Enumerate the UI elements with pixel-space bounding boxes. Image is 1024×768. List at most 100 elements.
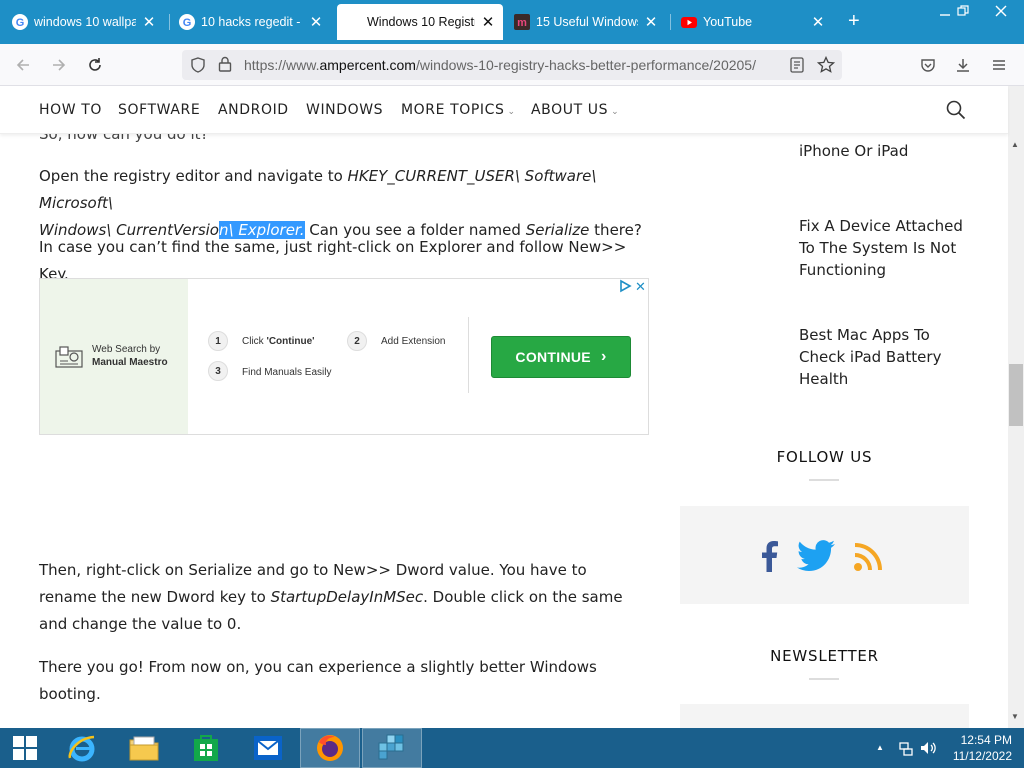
url-path: /windows-10-registry-hacks-better-perfor…: [415, 57, 756, 73]
hamburger-menu-icon[interactable]: [988, 54, 1010, 76]
heading-rule: [809, 479, 839, 481]
sidebar-link-facebook-videos[interactable]: Facebook Videos On iPhone Or iPad: [799, 134, 969, 162]
tab-close-icon[interactable]: ✕: [142, 13, 156, 31]
svg-text:m: m: [517, 17, 527, 29]
pocket-icon[interactable]: [917, 54, 939, 76]
new-tab-button[interactable]: +: [848, 11, 860, 31]
ad-close-icon[interactable]: ✕: [635, 279, 646, 295]
article-paragraph-4: There you go! From now on, you can exper…: [39, 658, 597, 703]
tab-title: 15 Useful Windows R: [536, 15, 638, 29]
article-partial-line: So, now can you do it?: [39, 134, 209, 143]
browser-tab-bar: G windows 10 wallpap ✕ G 10 hacks regedi…: [0, 0, 1024, 44]
step-1-badge: 1: [208, 331, 228, 351]
tab-close-icon[interactable]: ✕: [811, 13, 825, 31]
google-icon: G: [12, 14, 28, 30]
address-bar[interactable]: https://www.ampercent.com/windows-10-reg…: [182, 50, 842, 80]
chevron-right-icon: ›: [600, 348, 607, 365]
internet-explorer-icon[interactable]: [52, 728, 112, 768]
reload-icon[interactable]: [84, 54, 106, 76]
tab-youtube[interactable]: YouTube ✕: [673, 6, 833, 38]
clock-date: 11/12/2022: [952, 749, 1012, 763]
nav-more-topics[interactable]: MORE TOPICS ⌄: [401, 102, 516, 118]
url-text: https://www.ampercent.com/windows-10-reg…: [244, 57, 756, 73]
heading-rule: [809, 678, 839, 680]
show-hidden-icons-icon[interactable]: ▲: [876, 743, 884, 752]
search-icon[interactable]: [946, 100, 966, 125]
facebook-icon[interactable]: [760, 540, 778, 577]
url-prefix: https://www.: [244, 57, 320, 73]
twitter-icon[interactable]: [797, 540, 835, 577]
tab-title: windows 10 wallpap: [34, 15, 136, 29]
windows-store-icon[interactable]: [176, 728, 236, 768]
tab-15-useful-windows[interactable]: m 15 Useful Windows R ✕: [506, 6, 666, 38]
ad-brand-line1: Web Search by: [92, 344, 161, 355]
system-clock[interactable]: 12:54 PM 11/12/2022: [953, 732, 1012, 764]
downloads-icon[interactable]: [952, 54, 974, 76]
adchoices-icon[interactable]: [618, 279, 632, 298]
google-icon: G: [179, 14, 195, 30]
tab-separator: [670, 14, 671, 30]
regedit-taskbar-button[interactable]: [362, 728, 422, 768]
tab-title: YouTube: [703, 15, 753, 29]
volume-icon[interactable]: [920, 740, 938, 761]
close-window-button[interactable]: [984, 0, 1018, 22]
tab-close-icon[interactable]: ✕: [481, 13, 495, 31]
sidebar-link-mac-apps[interactable]: Best Mac Apps To Check iPad Battery Heal…: [799, 324, 969, 390]
article-paragraph-3: Then, right-click on Serialize and go to…: [39, 557, 649, 638]
browser-toolbar: https://www.ampercent.com/windows-10-reg…: [0, 44, 1024, 86]
svg-text:G: G: [183, 17, 192, 29]
ad-brand-line2: Manual Maestro: [92, 357, 168, 368]
step-2-text: Add Extension: [381, 336, 446, 347]
svg-text:G: G: [16, 17, 25, 29]
tab-title: 10 hacks regedit - Go: [201, 15, 303, 29]
mail-icon[interactable]: [238, 728, 298, 768]
p3-italic: StartupDelayInMSec: [270, 588, 424, 606]
restore-button[interactable]: [946, 0, 980, 22]
rss-icon[interactable]: [853, 542, 885, 577]
social-icons-box: [680, 506, 969, 604]
nav-how-to[interactable]: HOW TO: [39, 102, 102, 118]
newsletter-box: [680, 704, 969, 728]
tab-close-icon[interactable]: ✕: [644, 13, 658, 31]
bookmark-star-icon[interactable]: [816, 55, 836, 79]
shield-icon[interactable]: [190, 57, 206, 78]
nav-software[interactable]: SOFTWARE: [118, 102, 200, 118]
firefox-taskbar-button[interactable]: [300, 728, 360, 768]
step-3-badge: 3: [208, 361, 228, 381]
lock-icon[interactable]: [218, 56, 232, 77]
scroll-up-arrow-icon[interactable]: ▲: [1011, 140, 1019, 149]
continue-button[interactable]: CONTINUE ›: [491, 336, 631, 378]
tab-windows-10-registry[interactable]: Windows 10 Registry ✕: [337, 4, 503, 40]
ad-brand-panel: Web Search by Manual Maestro: [40, 279, 188, 434]
url-domain: ampercent.com: [319, 57, 416, 73]
nav-about-us-label: ABOUT US: [531, 102, 609, 118]
network-icon[interactable]: [898, 740, 914, 761]
windows-taskbar: ▲ 12:54 PM 11/12/2022: [0, 728, 1024, 768]
chevron-down-icon: ⌄: [611, 107, 620, 117]
tab-10-hacks-regedit[interactable]: G 10 hacks regedit - Go ✕: [171, 6, 331, 38]
tab-separator: [169, 14, 170, 30]
back-arrow-icon[interactable]: [12, 54, 34, 76]
tab-title: Windows 10 Registry: [367, 15, 475, 29]
page-content: So, now can you do it? Open the registry…: [0, 134, 1008, 728]
start-button[interactable]: [0, 728, 50, 768]
continue-label: CONTINUE: [515, 349, 591, 365]
file-explorer-icon[interactable]: [114, 728, 174, 768]
p1-text-a: Open the registry editor and navigate to: [39, 167, 348, 185]
tab-close-icon[interactable]: ✕: [309, 13, 323, 31]
scrollbar-thumb[interactable]: [1009, 364, 1023, 426]
scroll-down-arrow-icon[interactable]: ▼: [1011, 712, 1019, 721]
nav-windows[interactable]: WINDOWS: [306, 102, 383, 118]
ad-divider: [468, 317, 469, 393]
reader-view-icon[interactable]: [790, 57, 804, 78]
sidebar-link-fix-device[interactable]: Fix A Device Attached To The System Is N…: [799, 215, 969, 281]
nav-android[interactable]: ANDROID: [218, 102, 289, 118]
advertisement[interactable]: Web Search by Manual Maestro 1 Click 'Co…: [39, 278, 649, 435]
step-2-badge: 2: [347, 331, 367, 351]
site-navigation: HOW TO SOFTWARE ANDROID WINDOWS MORE TOP…: [0, 86, 1008, 134]
nav-more-topics-label: MORE TOPICS: [401, 102, 505, 118]
tab-windows-10-wallpaper[interactable]: G windows 10 wallpap ✕: [4, 6, 164, 38]
m-icon: m: [514, 14, 530, 30]
forward-arrow-icon[interactable]: [48, 54, 70, 76]
nav-about-us[interactable]: ABOUT US ⌄: [531, 102, 619, 118]
